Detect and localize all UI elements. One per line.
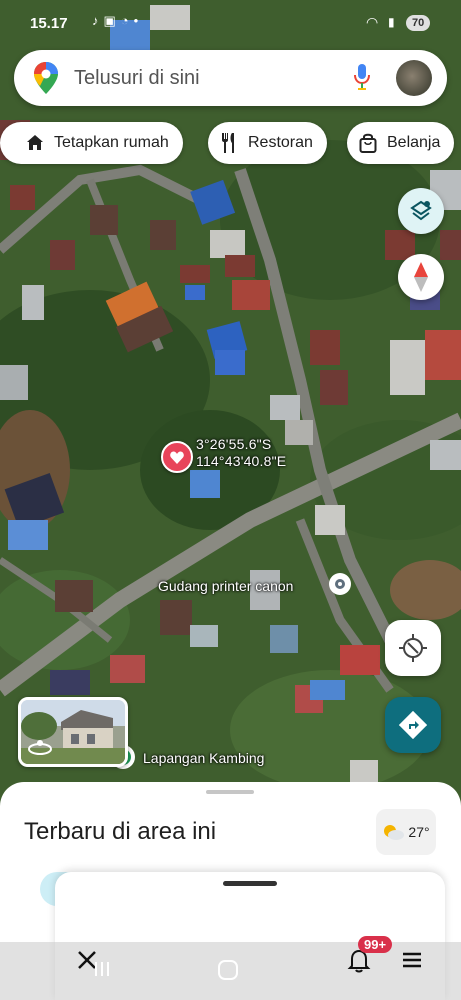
place-label-gudang-printer[interactable]: Gudang printer canon — [158, 578, 293, 594]
dropped-pin-marker[interactable] — [161, 441, 193, 473]
messenger-icon: ◔ — [120, 13, 129, 28]
heart-icon — [170, 450, 184, 464]
layers-icon — [410, 200, 432, 221]
status-bar: 15.17 ♪ ▣ ◔ • ◠ ▮ 70 — [0, 0, 461, 44]
chip-restaurants[interactable]: Restoran — [208, 122, 327, 164]
recent-apps-icon[interactable] — [93, 960, 111, 978]
status-notification-icons: ♪ ▣ ◔ • — [92, 13, 138, 29]
maps-pin-icon — [34, 62, 58, 99]
compass-icon — [414, 262, 428, 292]
tiktok-icon: ♪ — [92, 13, 99, 28]
longitude-label: 114°43'40.8"E — [196, 453, 287, 469]
street-view-360-icon — [27, 738, 53, 756]
battery-indicator: 70 — [406, 15, 431, 31]
compass-button[interactable] — [398, 254, 444, 300]
notification-badge: 99+ — [358, 936, 393, 953]
weather-chip[interactable]: 27° — [376, 809, 436, 855]
place-label-lapangan-kambing[interactable]: Lapangan Kambing — [143, 750, 264, 766]
dot-icon: • — [133, 13, 139, 28]
sheet-drag-handle[interactable] — [206, 790, 254, 794]
chip-label: Tetapkan rumah — [54, 134, 169, 151]
street-view-thumbnail[interactable] — [18, 697, 128, 767]
dropped-pin-coordinates: 3°26'55.6"S 114°43'40.8"E — [196, 436, 286, 470]
sheet-title: Terbaru di area ini — [24, 818, 217, 845]
chip-label: Restoran — [248, 134, 313, 151]
menu-icon[interactable] — [402, 950, 422, 970]
weather-temperature: 27° — [408, 824, 430, 840]
wifi-icon: ◠ — [366, 14, 379, 30]
layers-button[interactable] — [398, 188, 444, 234]
account-avatar[interactable] — [396, 60, 432, 96]
place-marker-icon[interactable] — [329, 573, 351, 595]
partly-cloudy-icon — [384, 825, 405, 840]
home-button-icon[interactable] — [218, 960, 238, 980]
latitude-label: 3°26'55.6"S — [196, 436, 272, 452]
directions-button[interactable] — [385, 697, 441, 753]
microphone-icon[interactable] — [354, 64, 370, 95]
search-input[interactable]: Telusuri di sini — [74, 67, 200, 90]
status-time: 15.17 — [30, 15, 68, 32]
search-bar[interactable]: Telusuri di sini — [14, 50, 447, 106]
chip-label: Belanja — [387, 134, 441, 151]
directions-icon — [399, 711, 427, 739]
signal-icon: ▮ — [388, 15, 395, 29]
image-icon: ▣ — [103, 13, 116, 28]
chip-set-home[interactable]: Tetapkan rumah — [0, 122, 183, 164]
shopping-bag-icon — [359, 133, 377, 153]
location-crosshair-icon — [399, 634, 427, 662]
my-location-button[interactable] — [385, 620, 441, 676]
chip-shopping[interactable]: Belanja — [347, 122, 455, 164]
overlay-drag-handle[interactable] — [223, 881, 277, 886]
home-icon — [27, 135, 43, 150]
restaurant-icon — [222, 133, 234, 153]
